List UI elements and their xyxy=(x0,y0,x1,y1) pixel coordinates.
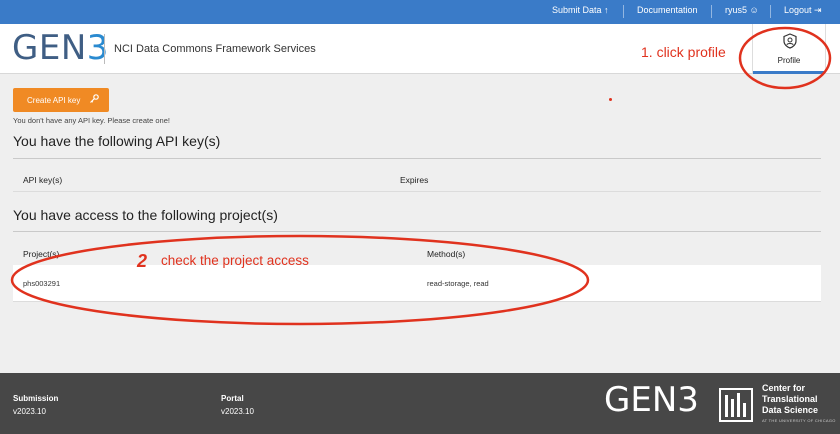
section-divider xyxy=(13,158,821,159)
footer-logo-text: GEN xyxy=(604,380,678,420)
ctds-line-2: Translational xyxy=(762,394,818,404)
top-nav-bar: Submit Data ↑ Documentation ryus5 ☺ Logo… xyxy=(0,0,840,24)
gen3-logo[interactable]: GEN3 xyxy=(12,28,109,68)
ctds-line-1: Center for xyxy=(762,383,806,393)
project-methods-cell: read-storage, read xyxy=(427,279,489,288)
ctds-logo-icon[interactable] xyxy=(716,385,756,425)
app-footer: Submission v2023.10 Portal v2023.10 GEN3… xyxy=(0,373,840,434)
portal-label: Portal xyxy=(221,394,244,403)
upload-icon: ↑ xyxy=(604,5,609,15)
ctds-name: Center for Translational Data Science xyxy=(762,383,818,416)
section-divider xyxy=(13,231,821,232)
nav-divider xyxy=(711,5,712,18)
no-api-key-message: You don't have any API key. Please creat… xyxy=(13,116,170,125)
step2-number: 2 xyxy=(137,251,148,271)
submit-data-label: Submit Data xyxy=(552,5,602,15)
submit-data-link[interactable]: Submit Data ↑ xyxy=(552,5,609,15)
logo-text: GEN xyxy=(12,28,87,68)
column-header-projects: Project(s) xyxy=(23,249,60,259)
logout-label: Logout xyxy=(784,5,812,15)
step1-annotation: 1. click profile xyxy=(641,44,726,60)
profile-shield-icon xyxy=(783,33,797,49)
logout-icon: ⇥ xyxy=(814,5,822,15)
username-label: ryus5 xyxy=(725,5,748,15)
portal-version: v2023.10 xyxy=(221,407,254,416)
footer-gen3-logo[interactable]: GEN3 xyxy=(604,380,699,420)
logout-link[interactable]: Logout ⇥ xyxy=(784,5,822,16)
user-circle-icon: ☺ xyxy=(749,5,759,15)
profile-main: Create API key You don't have any API ke… xyxy=(0,74,840,373)
documentation-link[interactable]: Documentation xyxy=(637,5,698,15)
site-subtitle: NCI Data Commons Framework Services xyxy=(114,43,316,55)
api-keys-table-header: API key(s) Expires xyxy=(13,168,821,192)
footer-logo-three: 3 xyxy=(677,380,699,420)
table-divider xyxy=(13,191,821,192)
step2-annotation: check the project access xyxy=(161,253,309,268)
key-icon xyxy=(90,94,99,103)
user-menu[interactable]: ryus5 ☺ xyxy=(725,5,759,15)
submission-version: v2023.10 xyxy=(13,407,46,416)
api-keys-heading: You have the following API key(s) xyxy=(13,133,221,149)
table-row: phs003291 read-storage, read xyxy=(13,265,821,301)
project-id-cell: phs003291 xyxy=(23,279,61,288)
annotation-dot xyxy=(609,98,612,101)
nav-divider xyxy=(770,5,771,18)
projects-heading: You have access to the following project… xyxy=(13,207,278,223)
create-api-key-label: Create API key xyxy=(27,95,81,105)
ctds-line-3: Data Science xyxy=(762,405,819,415)
create-api-key-button[interactable]: Create API key xyxy=(13,88,109,112)
logo-divider xyxy=(104,34,105,64)
column-header-expires: Expires xyxy=(400,175,429,185)
logo-three: 3 xyxy=(86,28,109,68)
projects-table-header: Project(s) Method(s) xyxy=(13,242,821,266)
table-divider xyxy=(13,301,821,302)
column-header-api-key: API key(s) xyxy=(23,175,63,185)
nav-divider xyxy=(623,5,624,18)
ctds-affiliation: AT THE UNIVERSITY OF CHICAGO xyxy=(762,418,836,423)
column-header-methods: Method(s) xyxy=(427,249,466,259)
profile-tab-label: Profile xyxy=(777,56,801,65)
tab-profile[interactable]: Profile xyxy=(752,24,826,74)
submission-label: Submission xyxy=(13,394,59,403)
